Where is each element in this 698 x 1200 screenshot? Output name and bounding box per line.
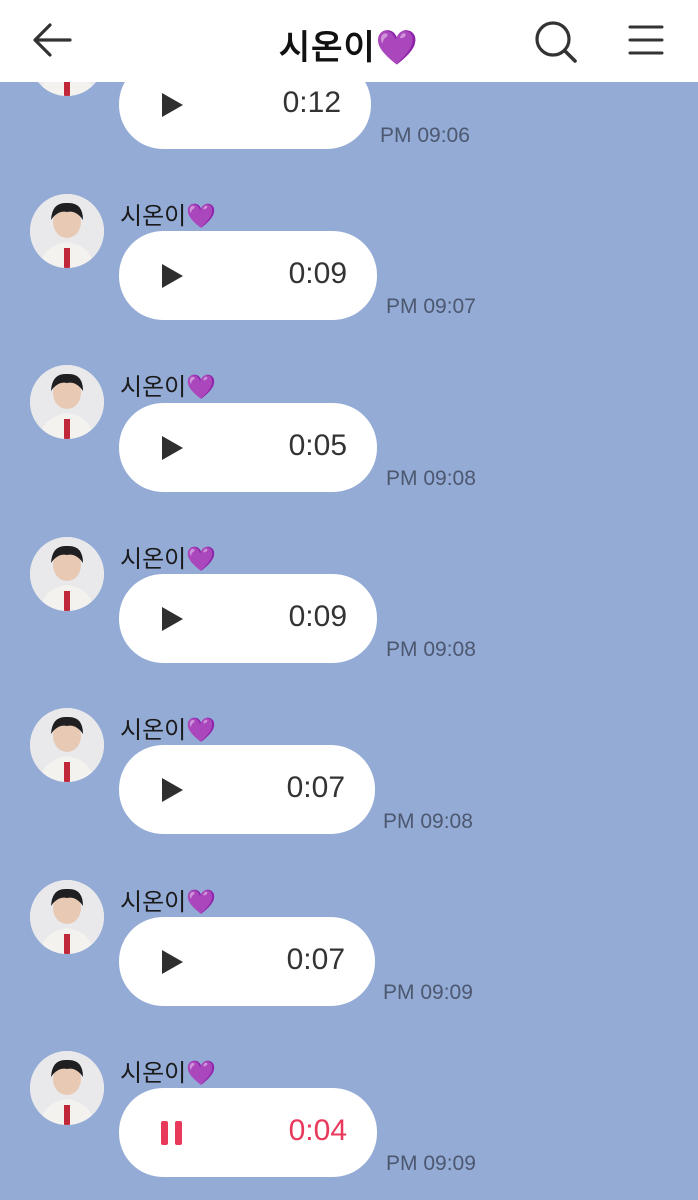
avatar[interactable] bbox=[30, 194, 104, 268]
message-time: PM 09:09 bbox=[383, 981, 473, 1004]
message-time: PM 09:08 bbox=[386, 638, 476, 661]
play-icon[interactable] bbox=[159, 605, 185, 633]
heart-emoji: 💜 bbox=[186, 202, 217, 230]
pause-icon[interactable] bbox=[159, 1119, 185, 1147]
heart-emoji: 💜 bbox=[186, 545, 217, 573]
chat-title: 시온이💜 bbox=[278, 28, 420, 68]
heart-emoji: 💜 bbox=[186, 716, 217, 744]
voice-duration: 0:05 bbox=[288, 429, 347, 462]
voice-duration: 0:04 bbox=[288, 1114, 347, 1147]
play-icon[interactable] bbox=[159, 776, 185, 804]
voice-duration: 0:07 bbox=[286, 943, 345, 976]
voice-duration: 0:09 bbox=[288, 257, 347, 290]
heart-emoji: 💜 bbox=[186, 1059, 217, 1087]
voice-duration: 0:09 bbox=[288, 600, 347, 633]
avatar[interactable] bbox=[30, 880, 104, 954]
play-icon[interactable] bbox=[159, 262, 185, 290]
play-icon[interactable] bbox=[159, 91, 185, 119]
sender-name: 시온이💜 bbox=[120, 373, 217, 401]
sender-name: 시온이💜 bbox=[120, 202, 217, 230]
sender-name: 시온이💜 bbox=[120, 545, 217, 573]
voice-message-bubble-playing[interactable]: 0:04 bbox=[119, 1088, 377, 1177]
hamburger-menu-icon[interactable] bbox=[626, 22, 666, 58]
search-icon[interactable] bbox=[532, 18, 580, 66]
voice-duration: 0:12 bbox=[282, 86, 341, 119]
message-time: PM 09:09 bbox=[386, 1152, 476, 1175]
play-icon[interactable] bbox=[159, 434, 185, 462]
voice-message-bubble[interactable]: 0:07 bbox=[119, 917, 375, 1006]
heart-emoji: 💜 bbox=[186, 373, 217, 401]
message-time: PM 09:07 bbox=[386, 295, 476, 318]
voice-message-bubble[interactable]: 0:05 bbox=[119, 403, 377, 492]
voice-duration: 0:07 bbox=[286, 771, 345, 804]
avatar[interactable] bbox=[30, 365, 104, 439]
heart-emoji: 💜 bbox=[375, 28, 420, 68]
avatar[interactable] bbox=[30, 708, 104, 782]
play-icon[interactable] bbox=[159, 948, 185, 976]
avatar[interactable] bbox=[30, 537, 104, 611]
sender-name: 시온이💜 bbox=[120, 888, 217, 916]
message-time: PM 09:06 bbox=[380, 124, 470, 147]
sender-name: 시온이💜 bbox=[120, 716, 217, 744]
chat-area: 0:12 PM 09:06 시온이💜 0:09 PM 09:07 시온이💜 0:… bbox=[0, 0, 698, 1200]
voice-message-bubble[interactable]: 0:07 bbox=[119, 745, 375, 834]
chat-header: 시온이💜 bbox=[0, 0, 698, 82]
sender-name: 시온이💜 bbox=[120, 1059, 217, 1087]
message-time: PM 09:08 bbox=[386, 467, 476, 490]
heart-emoji: 💜 bbox=[186, 888, 217, 916]
message-time: PM 09:08 bbox=[383, 810, 473, 833]
voice-message-bubble[interactable]: 0:09 bbox=[119, 231, 377, 320]
avatar[interactable] bbox=[30, 1051, 104, 1125]
voice-message-bubble[interactable]: 0:09 bbox=[119, 574, 377, 663]
